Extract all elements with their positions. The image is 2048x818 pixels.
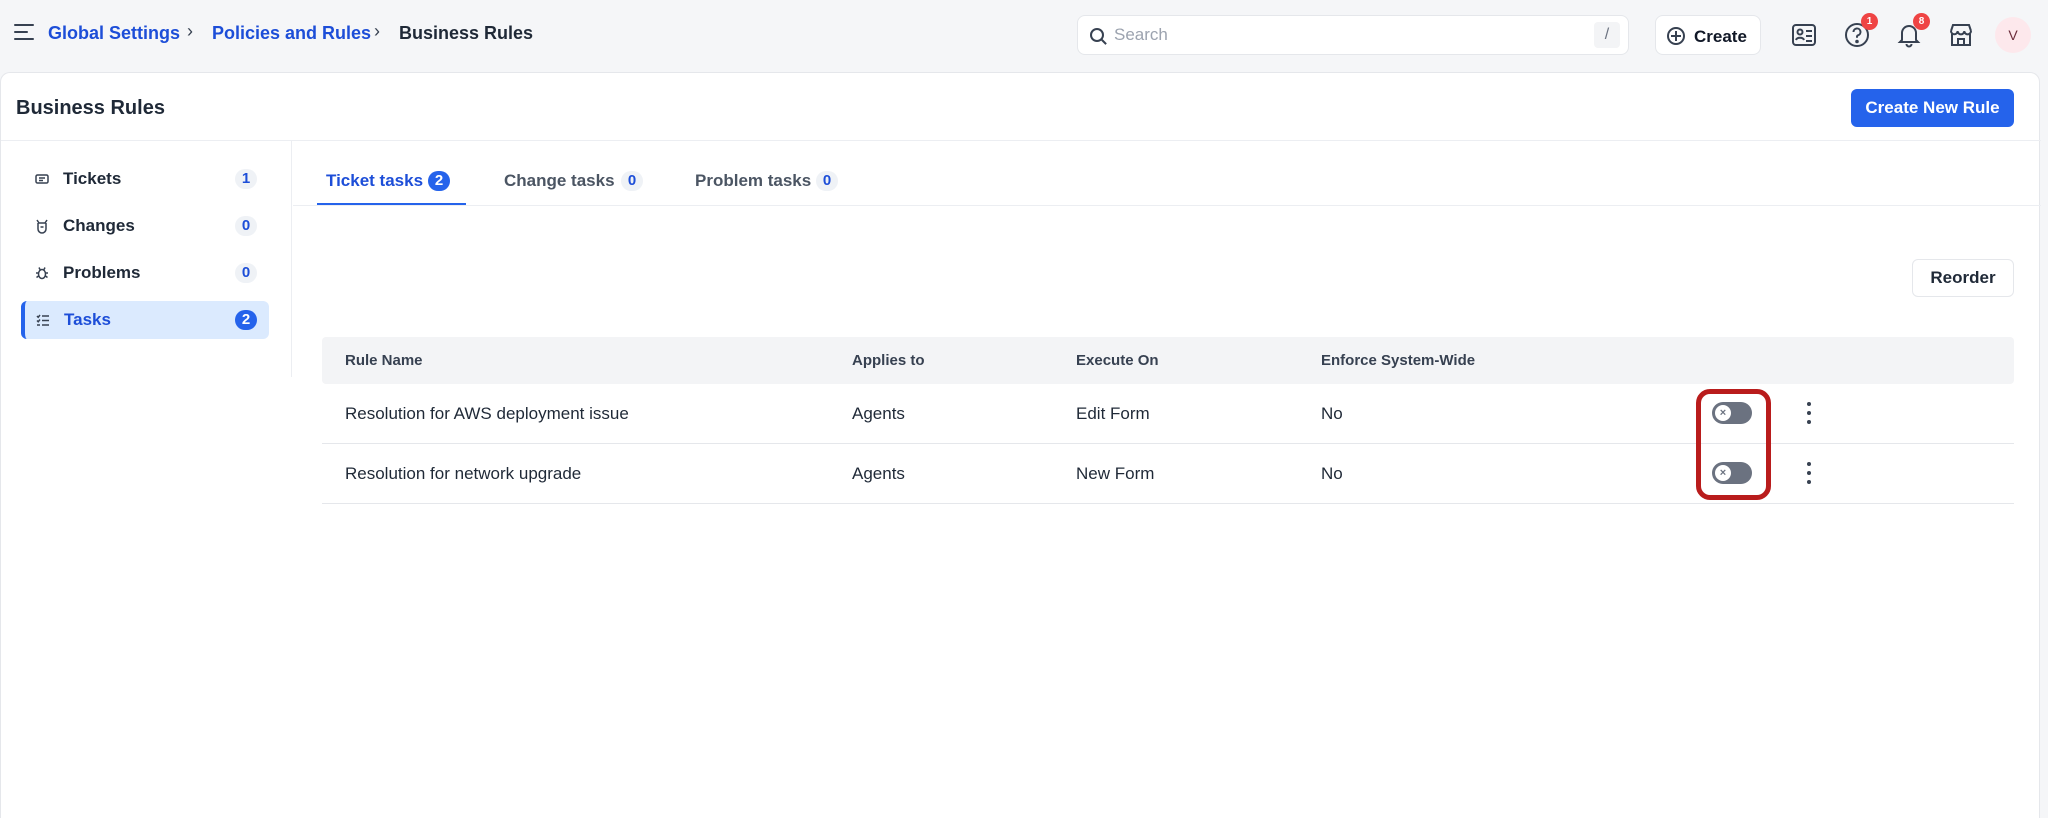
search-box: /	[1077, 15, 1629, 55]
plus-circle-icon	[1667, 27, 1685, 45]
column-header-rule-name: Rule Name	[345, 352, 423, 369]
close-icon: ×	[1715, 405, 1731, 421]
sidebar-item-label: Tasks	[64, 310, 111, 329]
agent-list-icon[interactable]	[1790, 20, 1820, 50]
execute-on-cell: New Form	[1076, 464, 1155, 483]
close-icon: ×	[1715, 465, 1731, 481]
search-input[interactable]	[1114, 16, 1574, 54]
execute-on-cell: Edit Form	[1076, 404, 1150, 423]
applies-to-cell: Agents	[852, 464, 905, 483]
tab-count: 0	[621, 171, 643, 191]
rule-name-cell[interactable]: Resolution for network upgrade	[345, 464, 581, 484]
tab-label: Problem tasks	[695, 171, 812, 190]
applies-to-cell: Agents	[852, 404, 905, 423]
sidebar: Tickets 1 Changes 0 Problems 0 Tasks 2	[1, 141, 292, 377]
ticket-icon	[34, 171, 50, 187]
column-header-execute-on: Execute On	[1076, 352, 1159, 369]
tasks-icon	[35, 312, 51, 328]
column-header-applies-to: Applies to	[852, 352, 925, 369]
tab-count: 0	[816, 171, 838, 191]
more-options-icon[interactable]	[1799, 400, 1819, 426]
chevron-right-icon: ›	[187, 21, 193, 41]
help-badge: 1	[1861, 13, 1878, 30]
enforce-cell: No	[1321, 464, 1343, 483]
sidebar-item-count: 1	[235, 169, 257, 189]
tab-label: Ticket tasks	[326, 171, 424, 190]
store-icon[interactable]	[1946, 20, 1976, 50]
sidebar-item-label: Problems	[63, 263, 141, 282]
header-divider	[1, 140, 2041, 141]
avatar[interactable]: V	[1995, 17, 2031, 53]
sidebar-item-count: 2	[235, 310, 257, 330]
sidebar-item-count: 0	[235, 263, 257, 283]
reorder-button[interactable]: Reorder	[1912, 259, 2014, 297]
table-row[interactable]: Resolution for AWS deployment issue Agen…	[322, 384, 2014, 444]
table-row[interactable]: Resolution for network upgrade Agents Ne…	[322, 444, 2014, 504]
notifications-badge: 8	[1913, 13, 1930, 30]
create-button-label: Create	[1694, 27, 1747, 46]
table-header: Rule Name Applies to Execute On Enforce …	[322, 337, 2014, 384]
tab-count: 2	[428, 171, 450, 191]
rule-enabled-toggle[interactable]: ×	[1712, 462, 1752, 484]
sidebar-item-label: Changes	[63, 216, 135, 235]
search-shortcut-key: /	[1594, 22, 1620, 48]
tabs-divider	[293, 205, 2041, 206]
top-bar: Global Settings › Policies and Rules › B…	[0, 0, 2048, 70]
sidebar-item-tasks[interactable]: Tasks 2	[21, 301, 269, 339]
breadcrumb-policies-and-rules[interactable]: Policies and Rules	[212, 23, 371, 44]
search-icon	[1090, 28, 1104, 42]
bell-icon[interactable]: 8	[1894, 13, 1930, 50]
page-title: Business Rules	[16, 97, 165, 119]
tab-label: Change tasks	[504, 171, 615, 190]
sidebar-item-tickets[interactable]: Tickets 1	[21, 160, 269, 198]
sidebar-item-label: Tickets	[63, 169, 122, 188]
rule-enabled-toggle[interactable]: ×	[1712, 402, 1752, 424]
enforce-cell: No	[1321, 404, 1343, 423]
breadcrumb-business-rules: Business Rules	[399, 23, 534, 43]
sidebar-item-problems[interactable]: Problems 0	[21, 254, 269, 292]
menu-icon[interactable]	[14, 24, 34, 44]
breadcrumb-global-settings[interactable]: Global Settings	[48, 23, 180, 44]
create-new-rule-button[interactable]: Create New Rule	[1851, 89, 2014, 127]
create-button[interactable]: Create	[1655, 15, 1761, 55]
main-card: Business Rules Create New Rule Tickets 1…	[0, 72, 2041, 818]
bug-icon	[34, 265, 50, 281]
column-header-enforce-system-wide: Enforce System-Wide	[1321, 352, 1476, 369]
chevron-right-icon: ›	[374, 21, 380, 41]
rule-name-cell[interactable]: Resolution for AWS deployment issue	[345, 404, 629, 424]
more-options-icon[interactable]	[1799, 460, 1819, 486]
changes-icon	[34, 218, 50, 234]
help-icon[interactable]: 1	[1842, 13, 1878, 50]
sidebar-item-count: 0	[235, 216, 257, 236]
sidebar-item-changes[interactable]: Changes 0	[21, 207, 269, 245]
